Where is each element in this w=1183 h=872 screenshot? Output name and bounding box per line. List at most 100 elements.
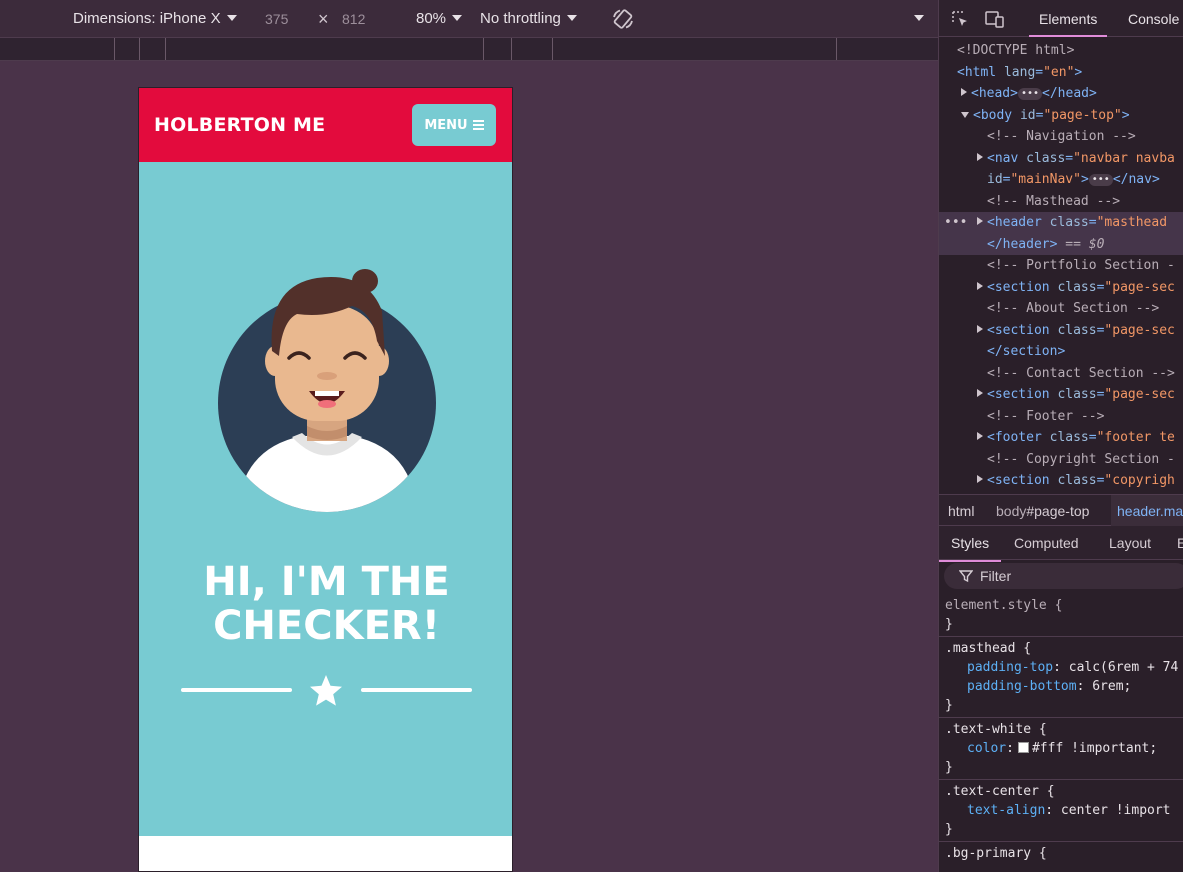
styles-filter-input[interactable]: Filter: [944, 563, 1183, 589]
ruler-tick[interactable]: [165, 38, 166, 60]
rule-selector[interactable]: .text-white {: [945, 720, 1183, 739]
dom-node[interactable]: <!-- Navigation -->: [939, 126, 1183, 148]
ellipsis-icon[interactable]: •••: [1088, 174, 1113, 186]
dom-node[interactable]: </section>: [939, 341, 1183, 363]
dom-node[interactable]: <footer class="footer te: [939, 427, 1183, 449]
menu-button[interactable]: MENU: [412, 104, 496, 146]
dom-tag: <footer: [987, 430, 1042, 445]
tab-more[interactable]: E: [1177, 526, 1183, 560]
dom-node[interactable]: <!DOCTYPE html>: [939, 40, 1183, 62]
ruler-tick[interactable]: [139, 38, 140, 60]
heading-line: CHECKER!: [213, 603, 440, 649]
styles-rules: element.style { } .masthead { padding-to…: [939, 594, 1183, 865]
dom-node[interactable]: <section class="page-sec: [939, 384, 1183, 406]
dom-comment: <!-- Copyright Section -: [987, 451, 1175, 467]
dom-attr: class: [1049, 430, 1089, 445]
dom-tag: <nav: [987, 150, 1019, 166]
divider-line: [181, 688, 292, 692]
dom-attr: id: [1019, 107, 1036, 123]
device-height-input[interactable]: 812: [342, 8, 365, 30]
dom-node[interactable]: <section class="copyrigh: [939, 470, 1183, 492]
property-name: text-align: [967, 803, 1046, 818]
dom-attr: class: [1057, 279, 1097, 295]
brand-link[interactable]: HOLBERTON ME: [154, 114, 325, 136]
dom-attr-value: "en": [1043, 64, 1075, 80]
expand-arrow-icon[interactable]: [977, 389, 983, 397]
breadcrumb: html body#page-top header.ma: [939, 494, 1183, 527]
style-rule: .text-center { text-align: center !impor…: [939, 780, 1183, 842]
ellipsis-icon[interactable]: •••: [1017, 88, 1043, 100]
ruler-tick[interactable]: [552, 38, 553, 60]
dom-comment: <!-- Footer -->: [987, 408, 1105, 424]
dom-attr-value: "page-sec: [1104, 387, 1175, 402]
dom-attr-value: "copyrigh: [1104, 473, 1175, 488]
breadcrumb-header[interactable]: header.ma: [1111, 495, 1183, 527]
rule-declaration[interactable]: padding-bottom: 6rem;: [945, 677, 1183, 696]
dom-node[interactable]: <nav class="navbar navba: [939, 148, 1183, 170]
dom-node-selected[interactable]: </header> == $0: [939, 233, 1183, 255]
ruler-tick[interactable]: [511, 38, 512, 60]
more-options-button[interactable]: [908, 0, 924, 37]
expand-arrow-icon[interactable]: [961, 88, 967, 96]
breadcrumb-body[interactable]: body#page-top: [996, 495, 1089, 527]
rule-selector[interactable]: .bg-primary {: [945, 844, 1183, 863]
dom-node[interactable]: <!-- Copyright Section -: [939, 449, 1183, 471]
dom-attr: class: [1057, 387, 1097, 402]
dom-node[interactable]: <!-- Footer -->: [939, 406, 1183, 428]
rule-declaration[interactable]: padding-top: calc(6rem + 74: [945, 658, 1183, 677]
dom-attr-value: "page-top": [1043, 107, 1122, 123]
tab-layout[interactable]: Layout: [1109, 526, 1151, 560]
star-icon: [310, 675, 342, 706]
dom-tree: <!DOCTYPE html> <html lang="en"> <head> •…: [939, 40, 1183, 492]
dom-node[interactable]: <!-- Masthead -->: [939, 191, 1183, 213]
rule-declaration[interactable]: text-align: center !import: [945, 801, 1183, 820]
tab-console[interactable]: Console: [1128, 0, 1179, 37]
ruler-tick[interactable]: [483, 38, 484, 60]
dom-node[interactable]: <section class="page-sec: [939, 277, 1183, 299]
ruler-tick[interactable]: [836, 38, 837, 60]
dom-node[interactable]: <section class="page-sec: [939, 320, 1183, 342]
expand-arrow-icon[interactable]: [977, 324, 983, 333]
device-toggle-icon[interactable]: [985, 10, 1005, 28]
dom-tag: <body: [973, 107, 1013, 123]
rotate-icon[interactable]: [611, 7, 635, 31]
rule-declaration[interactable]: color: #fff !important;: [945, 739, 1183, 758]
dom-attr: class: [1057, 473, 1097, 488]
dom-node[interactable]: <head> ••• </head>: [939, 83, 1183, 105]
rule-selector[interactable]: element.style {: [945, 596, 1183, 615]
zoom-select[interactable]: 80%: [416, 0, 463, 37]
rule-selector[interactable]: .text-center {: [945, 782, 1183, 801]
style-rule: .masthead { padding-top: calc(6rem + 74 …: [939, 637, 1183, 718]
dom-node[interactable]: <html lang="en">: [939, 62, 1183, 84]
dom-node[interactable]: <!-- Contact Section -->: [939, 363, 1183, 385]
expand-arrow-icon[interactable]: [977, 432, 983, 440]
collapse-arrow-icon[interactable]: [961, 111, 969, 118]
tab-styles[interactable]: Styles: [939, 526, 1002, 562]
inspect-element-icon[interactable]: [951, 10, 969, 28]
expand-arrow-icon[interactable]: [977, 152, 983, 161]
expand-arrow-icon[interactable]: [977, 475, 983, 483]
throttling-select[interactable]: No throttling: [480, 0, 577, 37]
dom-node[interactable]: <body id="page-top">: [939, 105, 1183, 127]
device-width-input[interactable]: 375: [265, 8, 288, 30]
chevron-down-icon: [914, 15, 924, 21]
tab-elements[interactable]: Elements: [1029, 0, 1108, 37]
dom-node[interactable]: <!-- Portfolio Section -: [939, 255, 1183, 277]
throttling-label: No throttling: [480, 10, 561, 27]
more-icon[interactable]: •••: [944, 212, 967, 234]
expand-arrow-icon[interactable]: [977, 217, 983, 225]
divider-custom: [181, 673, 473, 709]
dom-node[interactable]: <!-- About Section -->: [939, 298, 1183, 320]
color-swatch[interactable]: [1017, 742, 1029, 753]
ruler-tick[interactable]: [114, 38, 115, 60]
dom-node-selected[interactable]: ••• <header class="masthead: [939, 212, 1183, 234]
tab-computed[interactable]: Computed: [1014, 526, 1079, 560]
device-dimensions-select[interactable]: Dimensions: iPhone X: [73, 0, 237, 37]
rule-close: }: [945, 822, 953, 837]
breadcrumb-html[interactable]: html: [948, 495, 974, 527]
dom-node[interactable]: id="mainNav"> ••• </nav>: [939, 169, 1183, 191]
dom-tag: <html: [957, 64, 997, 80]
rule-selector[interactable]: .masthead {: [945, 639, 1183, 658]
expand-arrow-icon[interactable]: [977, 281, 983, 290]
navbar: HOLBERTON ME MENU: [139, 88, 512, 162]
